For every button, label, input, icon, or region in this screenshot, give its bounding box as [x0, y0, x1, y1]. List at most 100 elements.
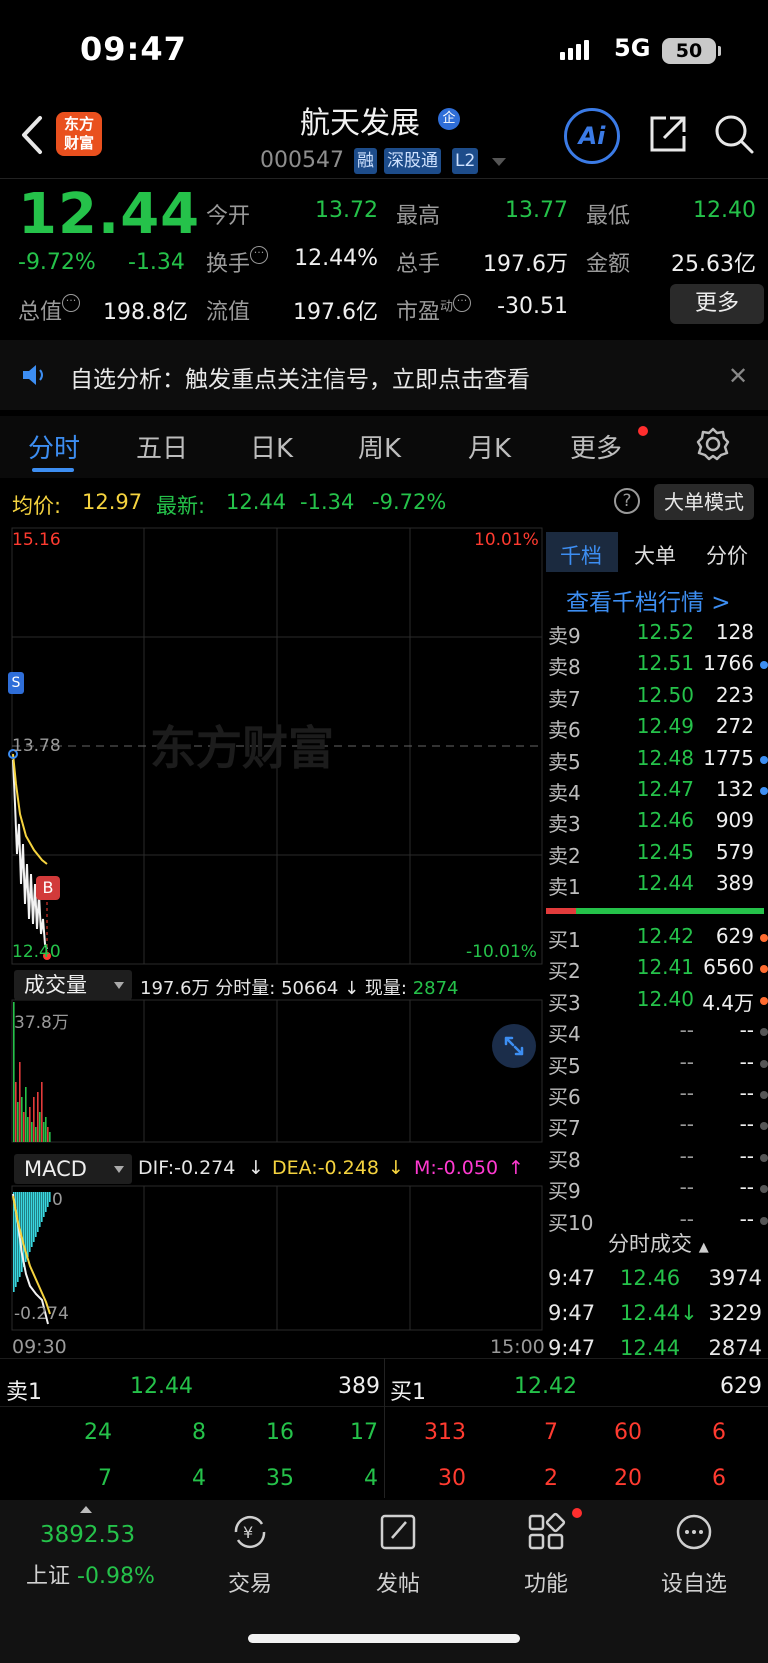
time-start-label: 09:30: [12, 1336, 67, 1358]
info-dots-icon[interactable]: ···: [62, 294, 81, 312]
info-dots-icon[interactable]: ···: [453, 294, 472, 312]
ticks-title[interactable]: 分时成交 ▲: [608, 1228, 709, 1258]
high-label: 最高: [396, 204, 441, 229]
bottom-bid-label: 买1: [390, 1380, 426, 1405]
macd-bar: [39, 1192, 41, 1227]
nav-functions[interactable]: 功能: [486, 1510, 606, 1598]
close-icon[interactable]: ✕: [728, 362, 748, 390]
tag-margin: 融: [354, 148, 377, 174]
price-high-label: 15.16: [12, 530, 61, 550]
sell-marker[interactable]: S: [8, 672, 24, 694]
avg-price-label: 均价:: [12, 494, 62, 518]
ask-row[interactable]: 卖2 12.45 579: [546, 840, 768, 871]
index-value[interactable]: 3892.53: [40, 1522, 135, 1548]
tab-price-dist[interactable]: 分价: [706, 540, 748, 570]
tab-monthly-k[interactable]: 月K: [468, 428, 511, 465]
more-circle-icon: [676, 1514, 712, 1550]
macd-dif: DIF:-0.274: [138, 1157, 236, 1179]
ask-row[interactable]: 卖9 12.52 128: [546, 620, 768, 651]
tab-more[interactable]: 更多: [570, 428, 622, 465]
volume-bar: [23, 1112, 25, 1142]
ask-row[interactable]: 卖1 12.44 389: [546, 871, 768, 902]
nav-post[interactable]: 发帖: [338, 1510, 458, 1598]
bottom-bid-price: 12.42: [514, 1374, 577, 1399]
ask-row[interactable]: 卖3 12.46 909: [546, 808, 768, 839]
bid-row[interactable]: 买5 -- --: [546, 1050, 768, 1081]
volume-max-label: 37.8万: [14, 1013, 69, 1033]
big-order-mode-button[interactable]: 大单模式: [654, 484, 754, 520]
bid-row[interactable]: 买9 -- --: [546, 1175, 768, 1206]
ai-button[interactable]: Ai: [564, 108, 620, 164]
apps-icon: [528, 1512, 566, 1550]
macd-bar: [35, 1192, 37, 1237]
tag-connect: 深股通: [384, 148, 441, 174]
volume-selector[interactable]: 成交量: [14, 970, 132, 1000]
bid-row[interactable]: 买1 12.42 629: [546, 924, 768, 955]
volume-bar: [47, 1127, 49, 1142]
bid-row[interactable]: 买8 -- --: [546, 1144, 768, 1175]
ask-row[interactable]: 卖4 12.47 132: [546, 777, 768, 808]
stock-code: 000547: [260, 148, 344, 173]
chevron-down-icon[interactable]: [492, 158, 506, 166]
bottom-ask-cell: 16: [266, 1420, 294, 1445]
buy-marker[interactable]: B: [36, 876, 60, 900]
avg-price-value: 12.97: [82, 490, 143, 514]
macd-bar: [31, 1192, 33, 1247]
latest-label: 最新:: [156, 494, 206, 518]
macd-bar: [17, 1192, 19, 1282]
bottom-ask-vol: 389: [338, 1374, 380, 1399]
index-label[interactable]: 上证 -0.98%: [26, 1558, 155, 1590]
ask-row[interactable]: 卖6 12.49 272: [546, 714, 768, 745]
nav-add-watch[interactable]: 设自选: [634, 1510, 754, 1598]
share-icon[interactable]: [646, 112, 690, 156]
bid-ask-ratio-bar-red: [546, 908, 576, 914]
index-up-caret-icon[interactable]: [80, 1506, 92, 1513]
pe-value: -30.51: [497, 294, 568, 319]
macd-bar: [41, 1192, 43, 1222]
tab-big-orders[interactable]: 大单: [634, 540, 676, 570]
price-low-label: 12.40: [12, 942, 61, 962]
tab-daily-k[interactable]: 日K: [250, 428, 293, 465]
tab-intraday[interactable]: 分时: [28, 428, 80, 465]
bottom-bid-cell: 30: [438, 1466, 466, 1491]
back-icon[interactable]: [18, 112, 48, 158]
tab-five-day[interactable]: 五日: [136, 428, 188, 465]
gear-icon[interactable]: [694, 425, 732, 463]
bid-row[interactable]: 买4 -- --: [546, 1018, 768, 1049]
bid-row[interactable]: 买2 12.41 6560: [546, 955, 768, 986]
bid-ask-ratio-bar: [546, 908, 764, 914]
tab-thousand-levels[interactable]: 千档: [560, 540, 602, 570]
dif-down-arrow: ↓: [248, 1157, 264, 1179]
nav-trade[interactable]: ¥ 交易: [190, 1510, 310, 1598]
intraday-chart[interactable]: 东方财富: [0, 524, 546, 1364]
bottom-bid-cell: 2: [544, 1466, 558, 1491]
latest-change: -1.34: [300, 490, 355, 514]
last-price: 12.44: [18, 182, 201, 247]
ask-row[interactable]: 卖7 12.50 223: [546, 683, 768, 714]
info-dots-icon[interactable]: ···: [250, 246, 269, 264]
volume-info: 197.6万 分时量: 50664 ↓ 现量: 2874: [140, 978, 459, 999]
view-thousand-levels-link[interactable]: 查看千档行情 >: [566, 583, 731, 617]
ask-row[interactable]: 卖5 12.48 1775: [546, 746, 768, 777]
bottom-book-separator: [384, 1358, 385, 1498]
macd-m: M:-0.050: [414, 1157, 499, 1179]
bottom-ask-cell: 8: [192, 1420, 206, 1445]
bottom-bid-cell: 7: [544, 1420, 558, 1445]
search-icon[interactable]: [712, 112, 756, 156]
notice-text[interactable]: 自选分析：触发重点关注信号，立即点击查看: [70, 360, 530, 394]
ask-row[interactable]: 卖8 12.51 1766: [546, 651, 768, 682]
bid-row[interactable]: 买3 12.40 4.4万: [546, 987, 768, 1018]
macd-selector[interactable]: MACD: [14, 1154, 132, 1184]
status-time: 09:47: [80, 30, 187, 68]
bottom-ask-cell: 4: [364, 1466, 378, 1491]
bid-row[interactable]: 买6 -- --: [546, 1081, 768, 1112]
help-icon[interactable]: ?: [614, 488, 640, 514]
tab-weekly-k[interactable]: 周K: [358, 428, 401, 465]
change-amount: -1.34: [128, 250, 185, 275]
bid-row[interactable]: 买7 -- --: [546, 1112, 768, 1143]
macd-bar: [49, 1192, 51, 1202]
more-button[interactable]: 更多: [670, 284, 764, 324]
app-logo: 东方 财富: [56, 112, 102, 156]
speaker-icon: [23, 365, 43, 385]
expand-icon[interactable]: [492, 1024, 536, 1068]
